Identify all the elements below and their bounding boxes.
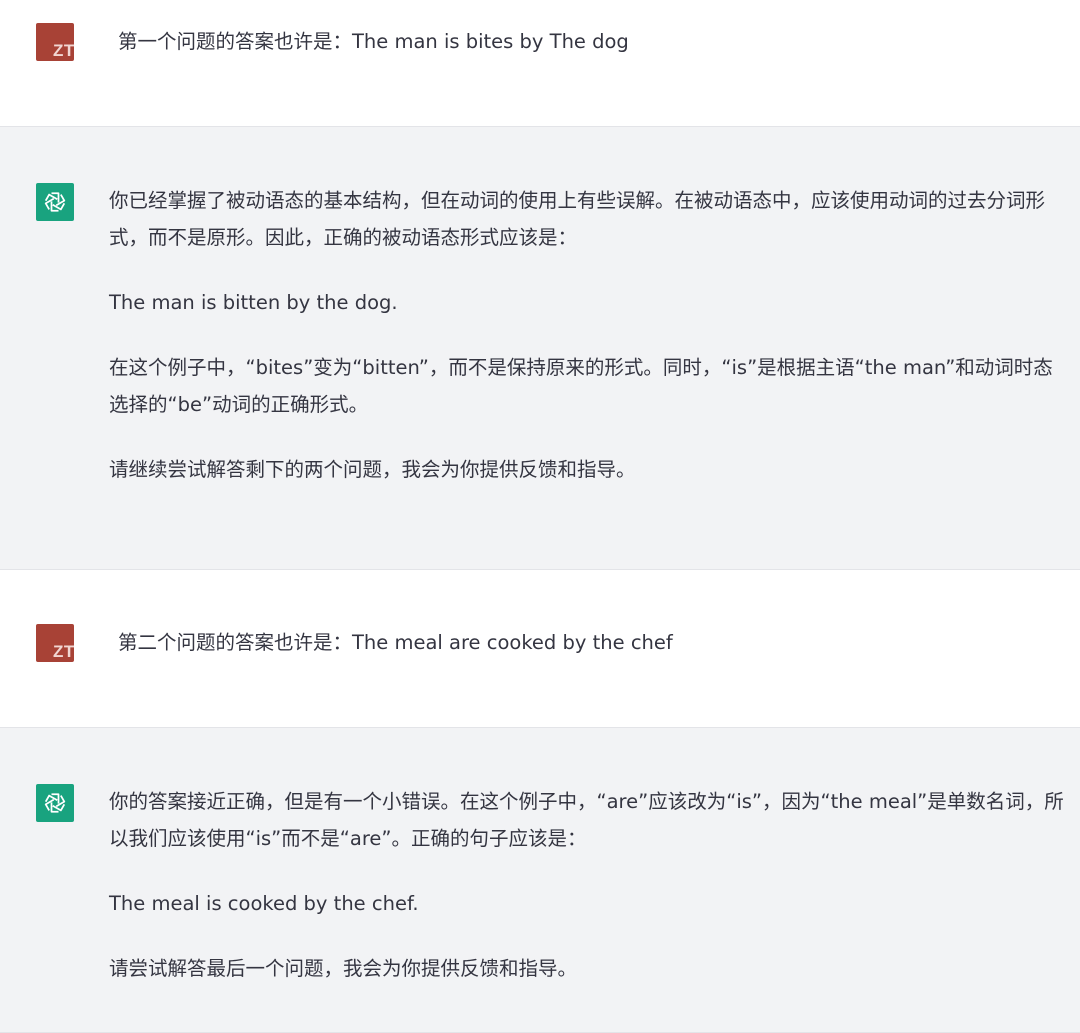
assistant-paragraph: The man is bitten by the dog. <box>109 291 398 314</box>
assistant-message: 你的答案接近正确，但是有一个小错误。在这个例子中，“are”应该改为“is”，因… <box>0 727 1080 1033</box>
user-message-text: 第一个问题的答案也许是：The man is bites by The dog <box>118 30 629 53</box>
assistant-paragraph: The meal is cooked by the chef. <box>109 892 419 915</box>
user-message: ZT 第二个问题的答案也许是：The meal are cooked by th… <box>0 570 1080 727</box>
openai-logo-icon <box>36 784 74 822</box>
user-avatar-initials: ZT <box>53 41 74 60</box>
user-avatar: ZT <box>36 23 74 61</box>
openai-logo-icon <box>36 183 74 221</box>
assistant-message-body: 你的答案接近正确，但是有一个小错误。在这个例子中，“are”应该改为“is”，因… <box>109 783 1067 1015</box>
assistant-paragraph: 请尝试解答最后一个问题，我会为你提供反馈和指导。 <box>109 957 578 980</box>
user-avatar: ZT <box>36 624 74 662</box>
assistant-message: 你已经掌握了被动语态的基本结构，但在动词的使用上有些误解。在被动语态中，应该使用… <box>0 126 1080 570</box>
assistant-paragraph: 你已经掌握了被动语态的基本结构，但在动词的使用上有些误解。在被动语态中，应该使用… <box>109 189 1046 249</box>
user-avatar-initials: ZT <box>53 642 74 661</box>
user-message: ZT 第一个问题的答案也许是：The man is bites by The d… <box>0 0 1080 126</box>
assistant-paragraph: 请继续尝试解答剩下的两个问题，我会为你提供反馈和指导。 <box>109 458 636 481</box>
assistant-paragraph: 在这个例子中，“bites”变为“bitten”，而不是保持原来的形式。同时，“… <box>109 356 1053 416</box>
user-message-text: 第二个问题的答案也许是：The meal are cooked by the c… <box>118 631 673 654</box>
assistant-paragraph: 你的答案接近正确，但是有一个小错误。在这个例子中，“are”应该改为“is”，因… <box>109 790 1064 850</box>
assistant-message-body: 你已经掌握了被动语态的基本结构，但在动词的使用上有些误解。在被动语态中，应该使用… <box>109 182 1067 516</box>
